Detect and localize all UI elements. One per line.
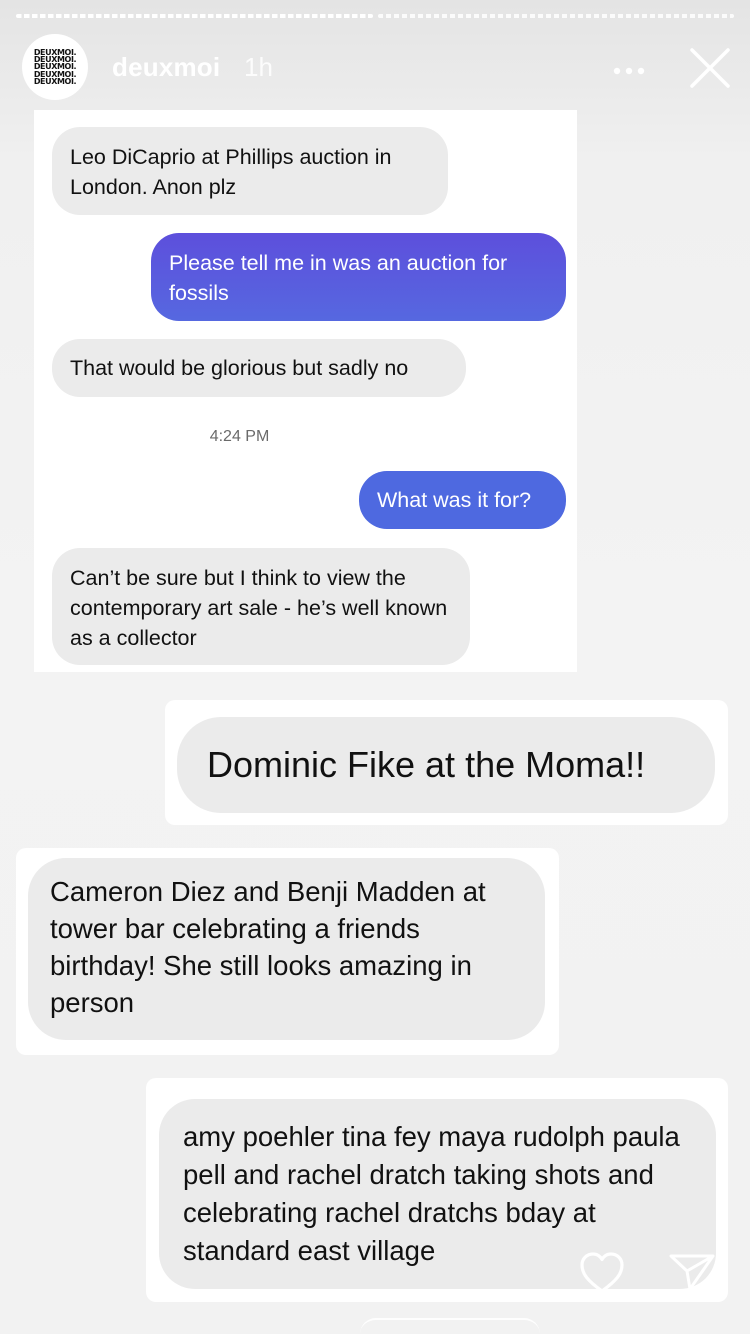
message-text: Can’t be sure but I think to view the co… xyxy=(70,566,448,650)
message-text: Dominic Fike at the Moma!! xyxy=(207,744,646,785)
chat-screenshot-card-4: amy poehler tina fey maya rudolph paula … xyxy=(146,1078,728,1302)
received-message: Leo DiCaprio at Phillips auction in Lond… xyxy=(52,127,448,215)
progress-segment-1 xyxy=(16,14,373,18)
received-message: amy poehler tina fey maya rudolph paula … xyxy=(159,1099,716,1289)
close-button[interactable] xyxy=(688,46,732,90)
message-timestamp: 4:24 PM xyxy=(209,428,270,445)
post-time: 1h xyxy=(244,52,273,82)
message-text: What was it for? xyxy=(377,488,532,512)
chat-screenshot-card-2: Dominic Fike at the Moma!! xyxy=(165,700,728,825)
story-progress-bar xyxy=(16,14,734,18)
message-text: amy poehler tina fey maya rudolph paula … xyxy=(183,1121,680,1266)
received-message: That would be glorious but sadly no xyxy=(52,339,466,397)
received-message: Cameron Diez and Benji Madden at tower b… xyxy=(28,858,545,1040)
chat-screenshot-card-1: Leo DiCaprio at Phillips auction in Lond… xyxy=(34,110,577,672)
received-message: Can’t be sure but I think to view the co… xyxy=(52,548,470,665)
progress-segment-2 xyxy=(377,14,734,18)
message-text: Cameron Diez and Benji Madden at tower b… xyxy=(50,876,486,1018)
sent-message: Please tell me in was an auction for fos… xyxy=(151,233,566,321)
story-header: DEUXMOI. DEUXMOI. DEUXMOI. DEUXMOI. DEUX… xyxy=(22,34,734,102)
like-button[interactable] xyxy=(578,1250,626,1296)
reply-bar-hint xyxy=(360,1318,540,1334)
share-button[interactable] xyxy=(668,1252,716,1292)
more-horizontal-icon xyxy=(613,67,645,75)
message-text: Leo DiCaprio at Phillips auction in Lond… xyxy=(70,145,392,199)
story-screen: DEUXMOI. DEUXMOI. DEUXMOI. DEUXMOI. DEUX… xyxy=(0,0,750,1334)
avatar[interactable]: DEUXMOI. DEUXMOI. DEUXMOI. DEUXMOI. DEUX… xyxy=(22,34,88,100)
heart-icon xyxy=(580,1252,624,1293)
username-link[interactable]: deuxmoi xyxy=(112,52,220,83)
received-message: Dominic Fike at the Moma!! xyxy=(177,717,715,813)
chat-screenshot-card-3: Cameron Diez and Benji Madden at tower b… xyxy=(16,848,559,1055)
avatar-logo-text: DEUXMOI. xyxy=(33,76,77,86)
message-text: That would be glorious but sadly no xyxy=(70,356,409,380)
send-icon xyxy=(669,1254,715,1291)
sent-message: What was it for? xyxy=(359,471,566,529)
more-options-button[interactable] xyxy=(612,52,646,82)
message-text: Please tell me in was an auction for fos… xyxy=(169,251,508,305)
close-icon xyxy=(690,48,730,88)
